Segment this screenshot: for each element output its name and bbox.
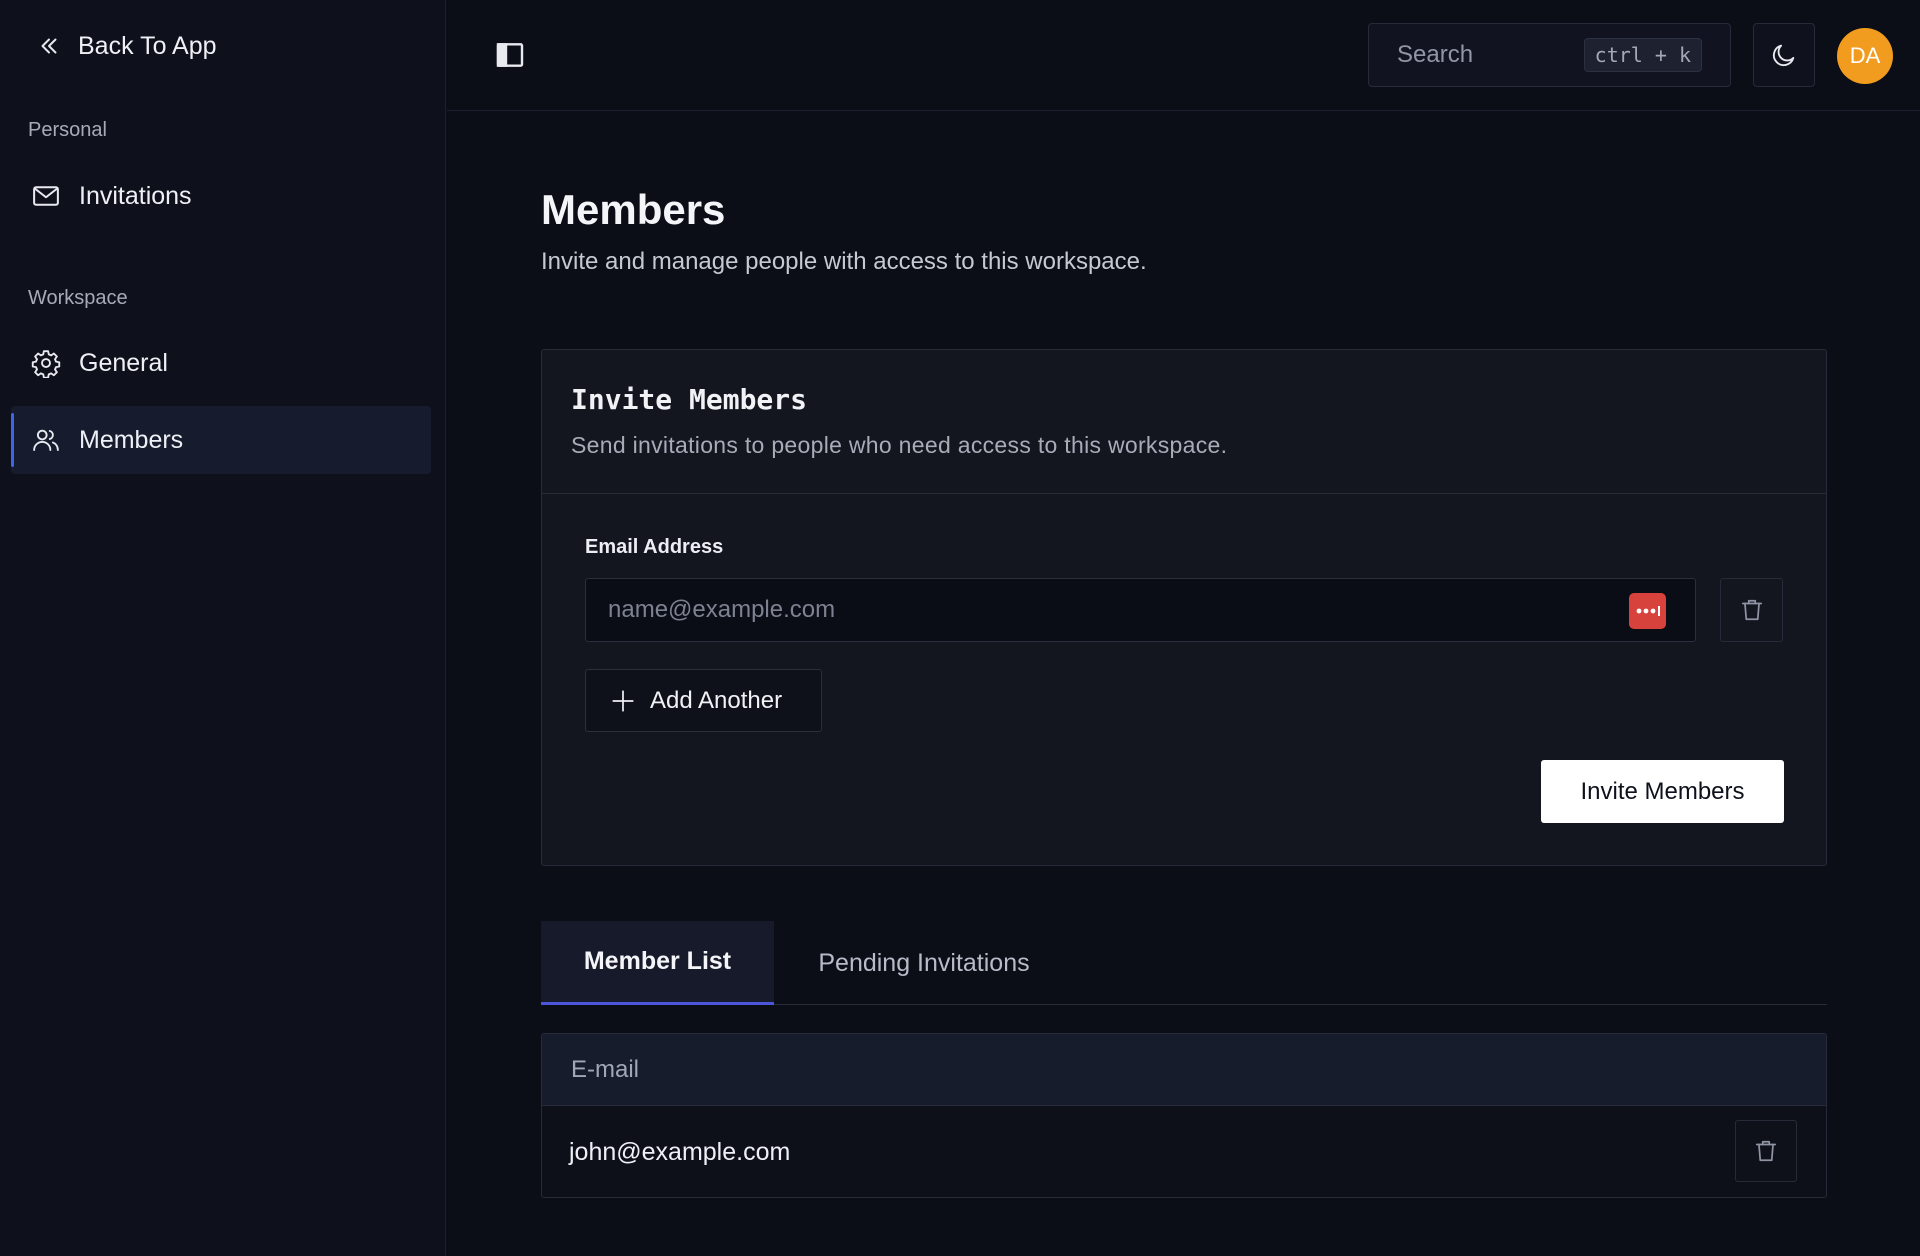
section-label-workspace: Workspace — [28, 287, 128, 309]
member-email: john@example.com — [569, 1137, 791, 1166]
users-icon — [33, 429, 59, 451]
remove-email-button[interactable] — [1720, 578, 1783, 642]
moon-icon — [1772, 44, 1795, 67]
sidebar-item-label: Invitations — [79, 181, 192, 210]
password-dots-icon — [1636, 606, 1660, 616]
section-label-personal: Personal — [28, 119, 107, 141]
member-table: E-mail john@example.com — [541, 1033, 1827, 1198]
search-label: Search — [1397, 41, 1474, 68]
sidebar-item-label: Members — [79, 425, 184, 454]
trash-icon — [1755, 1140, 1777, 1162]
add-another-button[interactable]: Add Another — [585, 669, 822, 732]
top-bar: Search ctrl + k DA — [447, 0, 1920, 111]
password-manager-button[interactable] — [1629, 593, 1666, 629]
table-row: john@example.com — [542, 1106, 1826, 1198]
email-field[interactable] — [586, 579, 1695, 641]
gear-icon — [31, 350, 61, 378]
invite-card-header: Invite Members Send invitations to peopl… — [542, 350, 1826, 494]
invite-card-title: Invite Members — [571, 383, 808, 416]
invite-members-button[interactable]: Invite Members — [1541, 760, 1784, 823]
plus-icon — [612, 689, 634, 712]
sidebar-panel-icon — [496, 43, 524, 67]
tab-pending-invitations[interactable]: Pending Invitations — [774, 921, 1074, 1005]
page-title: Members — [541, 186, 726, 233]
search-shortcut-badge: ctrl + k — [1583, 38, 1702, 72]
page-subtitle: Invite and manage people with access to … — [541, 248, 1147, 275]
search-button[interactable]: Search ctrl + k — [1368, 23, 1731, 87]
add-another-label: Add Another — [650, 686, 783, 714]
invite-card-description: Send invitations to people who need acce… — [571, 432, 1228, 458]
user-avatar[interactable]: DA — [1837, 28, 1893, 84]
remove-member-button[interactable] — [1735, 1120, 1797, 1182]
email-field-wrapper — [585, 578, 1696, 642]
sidebar-item-label: General — [79, 348, 168, 377]
email-address-label: Email Address — [585, 536, 724, 558]
mail-icon — [33, 186, 59, 206]
sidebar-item-members[interactable]: Members — [11, 406, 431, 474]
sidebar-item-general[interactable]: General — [11, 329, 431, 397]
trash-icon — [1741, 599, 1762, 621]
theme-toggle-button[interactable] — [1753, 23, 1815, 87]
sidebar: Back To App Personal Invitations Workspa… — [0, 0, 446, 1256]
sidebar-toggle-button[interactable] — [494, 39, 526, 71]
tab-member-list[interactable]: Member List — [541, 921, 774, 1005]
double-chevron-left-icon — [41, 38, 57, 54]
app-root: Back To App Personal Invitations Workspa… — [0, 0, 1920, 1256]
table-header: E-mail — [542, 1034, 1826, 1106]
back-to-app-label: Back To App — [78, 31, 217, 60]
back-to-app-link[interactable]: Back To App — [36, 28, 217, 64]
invite-members-card: Invite Members Send invitations to peopl… — [541, 349, 1827, 866]
sidebar-item-invitations[interactable]: Invitations — [11, 162, 431, 230]
members-tabs: Member List Pending Invitations — [541, 921, 1827, 1005]
column-header-email: E-mail — [571, 1055, 640, 1083]
